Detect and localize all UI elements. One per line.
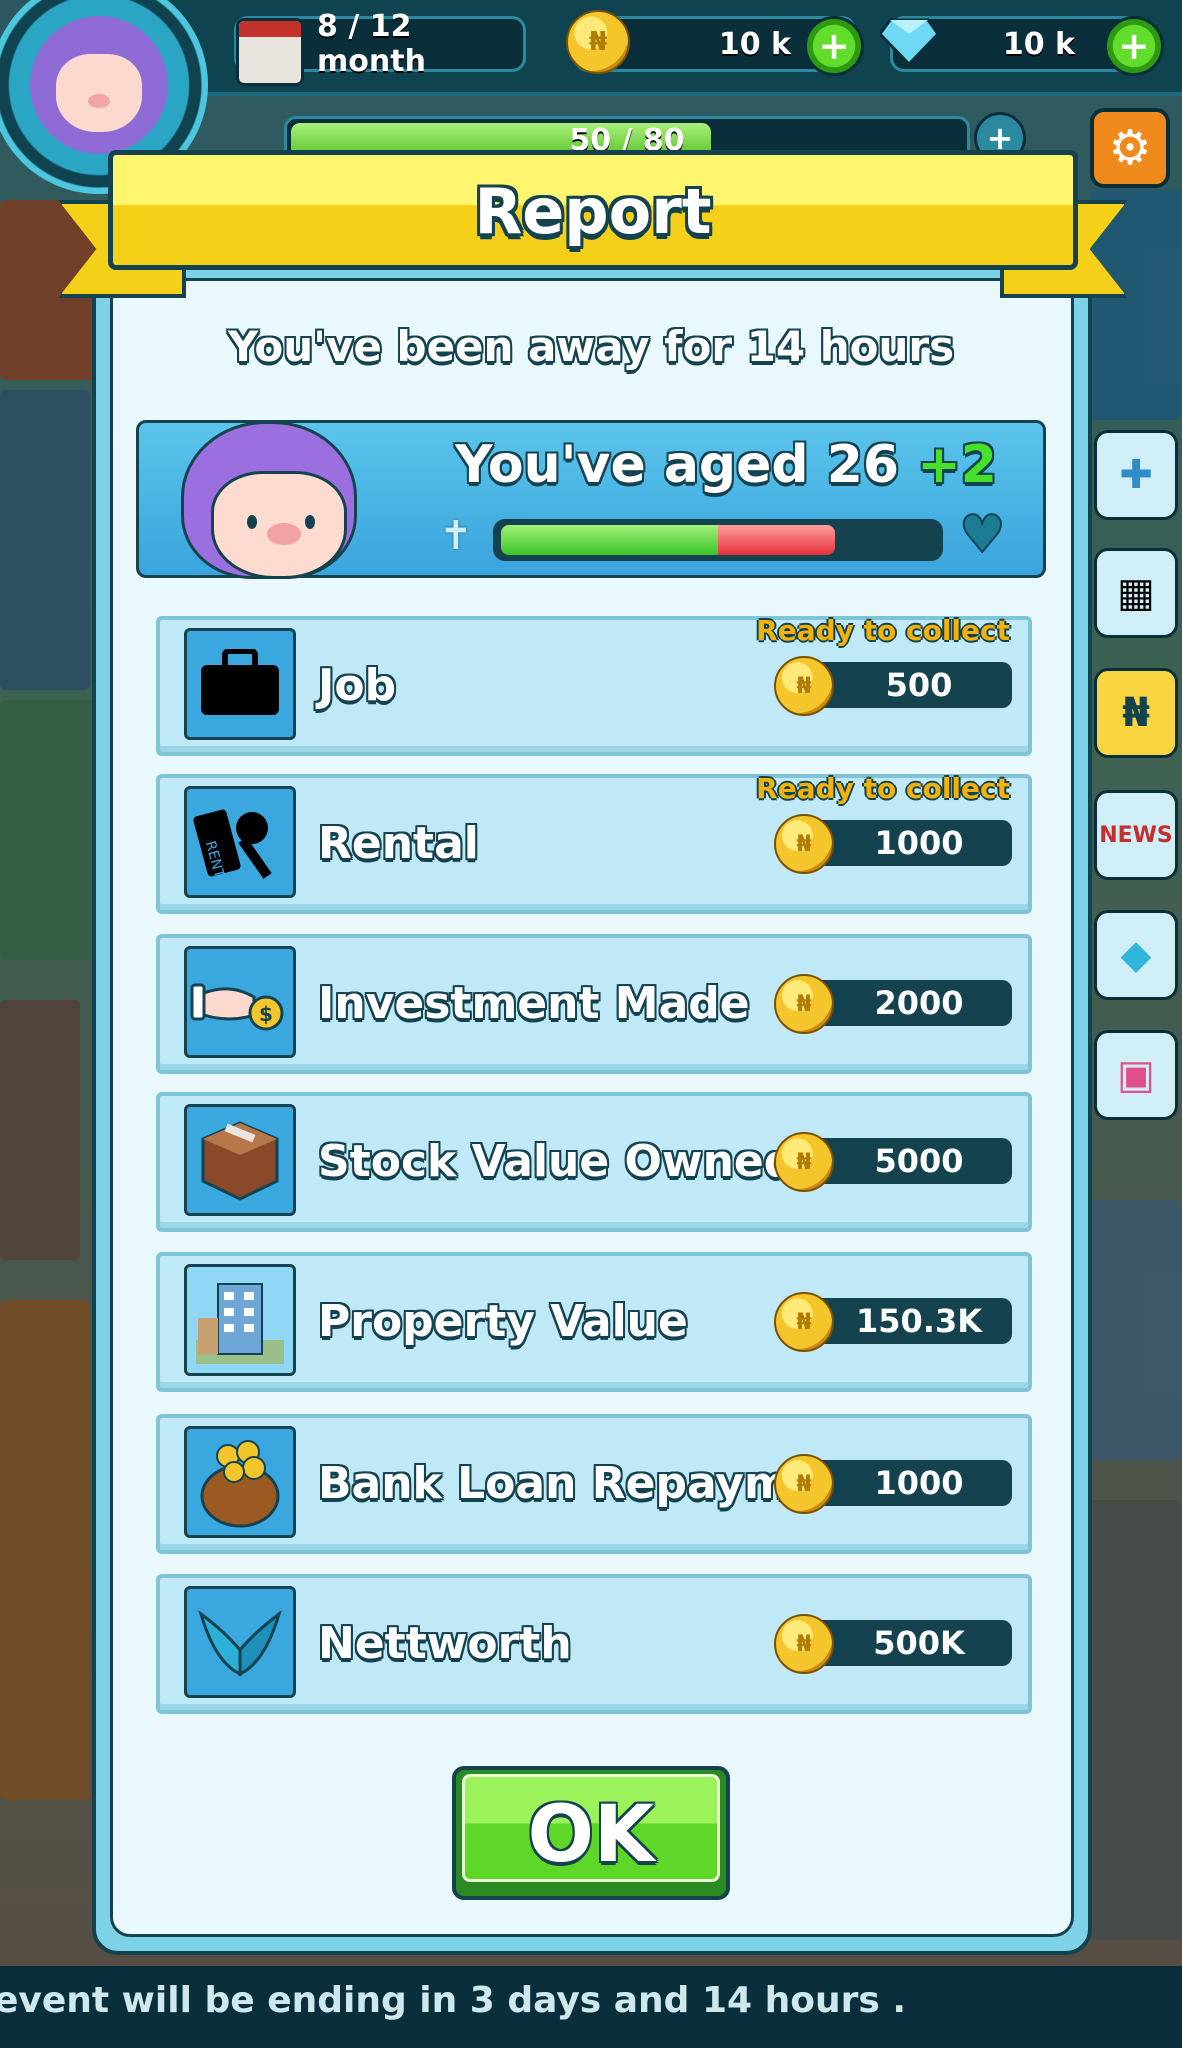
row-value: 5000 [874, 1142, 964, 1180]
report-row-property: Property Value 150.3K ₦ [156, 1252, 1032, 1392]
report-row-stock: Stock Value Owned 5000 ₦ [156, 1092, 1032, 1232]
coin-icon: ₦ [774, 974, 834, 1034]
coin-icon: ₦ [774, 656, 834, 716]
event-ticker: event will be ending in 3 days and 14 ho… [0, 1966, 1182, 2048]
briefcase-icon [184, 628, 296, 740]
diamond-icon [880, 18, 938, 66]
row-label: Stock Value Owned [318, 1136, 796, 1187]
ok-button[interactable]: OK [452, 1766, 730, 1900]
report-row-investment: $ Investment Made 2000 ₦ [156, 934, 1032, 1074]
heart-icon: ♥ [958, 504, 1007, 566]
life-bar-green [501, 525, 718, 555]
gravestone-icon: ✝ [439, 513, 473, 559]
coin-icon: ₦ [774, 1132, 834, 1192]
row-value: 500 [885, 666, 953, 704]
age-bonus: +2 [917, 435, 997, 495]
row-value: 2000 [874, 984, 964, 1022]
avatar-face [30, 16, 168, 154]
ready-to-collect-label: Ready to collect [756, 772, 1010, 805]
coin-icon: ₦ [774, 814, 834, 874]
row-label: Job [318, 660, 397, 711]
age-title: You've aged 26 +2 [455, 435, 997, 495]
ready-to-collect-label: Ready to collect [756, 614, 1010, 647]
row-label: Nettworth [318, 1618, 572, 1669]
report-row-networth: Nettworth 500K ₦ [156, 1574, 1032, 1714]
row-value: 1000 [874, 1464, 964, 1502]
svg-text:$: $ [259, 1002, 273, 1026]
age-label: You've aged 26 [455, 435, 900, 495]
side-building-icon[interactable]: ▦ [1094, 548, 1178, 638]
age-card: You've aged 26 +2 ✝ ♥ [136, 419, 1046, 581]
side-news-icon[interactable]: NEWS [1094, 790, 1178, 880]
row-value: 150.3K [855, 1302, 982, 1340]
box-icon [184, 1104, 296, 1216]
title-ribbon: Report [58, 150, 1128, 298]
row-label: Investment Made [318, 978, 750, 1029]
month-text: 8 / 12 month [317, 9, 426, 79]
row-label: Rental [318, 818, 479, 869]
ticker-text: event will be ending in 3 days and 14 ho… [0, 1980, 906, 2021]
report-row-job: Job Ready to collect 500 ₦ [156, 614, 1032, 756]
add-gems-button[interactable]: + [1104, 16, 1164, 76]
coin-icon: ₦ [774, 1292, 834, 1352]
add-coins-button[interactable]: + [804, 16, 864, 76]
life-bar [493, 519, 943, 561]
character-portrait [177, 419, 377, 581]
dialog-title: Report [474, 175, 712, 248]
row-value: 500K [873, 1624, 965, 1662]
side-diamond-icon[interactable]: ◆ [1094, 910, 1178, 1000]
hand-coin-icon: $ [184, 946, 296, 1058]
wings-icon [184, 1586, 296, 1698]
coin-amount: 10 k [718, 26, 791, 62]
building-icon [184, 1264, 296, 1376]
rent-key-icon: RENT [184, 786, 296, 898]
away-duration-text: You've been away for 14 hours [227, 322, 955, 371]
coin-icon: ₦ [774, 1614, 834, 1674]
side-currency-icon[interactable]: ₦ [1094, 668, 1178, 758]
life-bar-red [718, 525, 835, 555]
row-value: 1000 [874, 824, 964, 862]
coin-icon: ₦ [774, 1454, 834, 1514]
gem-amount: 10 k [1002, 26, 1075, 62]
ok-button-label: OK [527, 1790, 655, 1880]
report-row-bank-loan: Bank Loan Repayment 1000 ₦ [156, 1414, 1032, 1554]
coin-icon: ₦ [566, 10, 630, 74]
money-bag-icon [184, 1426, 296, 1538]
side-gift-icon[interactable]: ▣ [1094, 1030, 1178, 1120]
side-shield-icon[interactable]: ✚ [1094, 430, 1178, 520]
calendar-icon [236, 18, 304, 86]
row-label: Property Value [318, 1296, 688, 1347]
report-row-rental: RENT Rental Ready to collect 1000 ₦ [156, 772, 1032, 914]
